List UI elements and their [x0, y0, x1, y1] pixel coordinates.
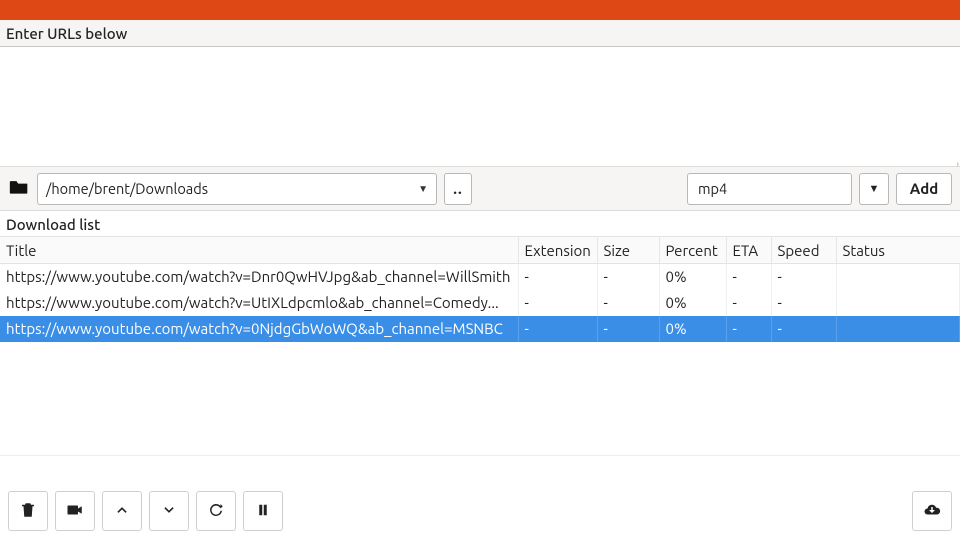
cell-percent: 0% — [659, 316, 726, 342]
reload-icon — [207, 501, 225, 522]
url-input-label: Enter URLs below — [6, 25, 127, 42]
cell-status — [836, 290, 960, 316]
cell-percent: 0% — [659, 264, 726, 290]
cell-eta: - — [726, 290, 771, 316]
bottom-toolbar — [0, 484, 960, 538]
table-row[interactable]: https://www.youtube.com/watch?v=Dnr0QwHV… — [0, 264, 960, 290]
cell-percent: 0% — [659, 290, 726, 316]
move-down-button[interactable] — [149, 491, 189, 531]
table-row[interactable]: https://www.youtube.com/watch?v=0NjdgGbW… — [0, 316, 960, 342]
parent-directory-button[interactable]: .. — [444, 173, 472, 205]
cell-speed: - — [771, 316, 836, 342]
col-header-extension[interactable]: Extension — [518, 237, 597, 264]
chevron-down-icon: ▼ — [869, 183, 880, 195]
cell-speed: - — [771, 290, 836, 316]
cell-eta: - — [726, 264, 771, 290]
col-header-status[interactable]: Status — [836, 237, 960, 264]
record-button[interactable] — [55, 491, 95, 531]
format-combo[interactable]: mp4 — [687, 173, 852, 205]
download-path-combo[interactable]: /home/brent/Downloads ▼ — [37, 173, 437, 205]
cell-status — [836, 316, 960, 342]
cell-extension: - — [518, 316, 597, 342]
cloud-download-icon — [923, 501, 941, 522]
format-dropdown-button[interactable]: ▼ — [859, 173, 889, 205]
path-toolbar: › /home/brent/Downloads ▼ .. mp4 ▼ Add — [0, 166, 960, 211]
url-input-label-row: Enter URLs below — [0, 20, 960, 47]
cell-status — [836, 264, 960, 290]
video-icon — [66, 501, 84, 522]
url-textarea[interactable] — [0, 47, 960, 166]
download-list-heading: Download list — [0, 211, 960, 236]
reload-button[interactable] — [196, 491, 236, 531]
chevron-down-icon — [162, 503, 176, 520]
col-header-eta[interactable]: ETA — [726, 237, 771, 264]
move-up-button[interactable] — [102, 491, 142, 531]
add-button[interactable]: Add — [896, 173, 952, 205]
cell-speed: - — [771, 264, 836, 290]
cell-title: https://www.youtube.com/watch?v=UtIXLdpc… — [0, 290, 518, 316]
chevron-down-icon: ▼ — [418, 183, 428, 195]
chevron-up-icon — [115, 503, 129, 520]
cell-title: https://www.youtube.com/watch?v=Dnr0QwHV… — [0, 264, 518, 290]
col-header-speed[interactable]: Speed — [771, 237, 836, 264]
cell-title: https://www.youtube.com/watch?v=0NjdgGbW… — [0, 316, 518, 342]
folder-icon — [8, 177, 30, 201]
parent-directory-label: .. — [453, 180, 462, 197]
add-button-label: Add — [910, 180, 938, 197]
cell-extension: - — [518, 264, 597, 290]
download-cloud-button[interactable] — [912, 491, 952, 531]
pause-button[interactable] — [243, 491, 283, 531]
table-header-row: Title Extension Size Percent ETA Speed S… — [0, 237, 960, 264]
scroll-hint-icon: › — [956, 159, 959, 169]
cell-size: - — [597, 316, 659, 342]
download-table: Title Extension Size Percent ETA Speed S… — [0, 236, 960, 342]
table-row[interactable]: https://www.youtube.com/watch?v=UtIXLdpc… — [0, 290, 960, 316]
delete-button[interactable] — [8, 491, 48, 531]
download-table-area: Title Extension Size Percent ETA Speed S… — [0, 236, 960, 456]
cell-size: - — [597, 290, 659, 316]
trash-icon — [19, 501, 37, 522]
cell-size: - — [597, 264, 659, 290]
pause-icon — [254, 501, 272, 522]
download-path-value: /home/brent/Downloads — [46, 180, 208, 197]
col-header-percent[interactable]: Percent — [659, 237, 726, 264]
col-header-size[interactable]: Size — [597, 237, 659, 264]
cell-extension: - — [518, 290, 597, 316]
window-titlebar — [0, 0, 960, 20]
cell-eta: - — [726, 316, 771, 342]
format-combo-value: mp4 — [698, 180, 727, 197]
col-header-title[interactable]: Title — [0, 237, 518, 264]
